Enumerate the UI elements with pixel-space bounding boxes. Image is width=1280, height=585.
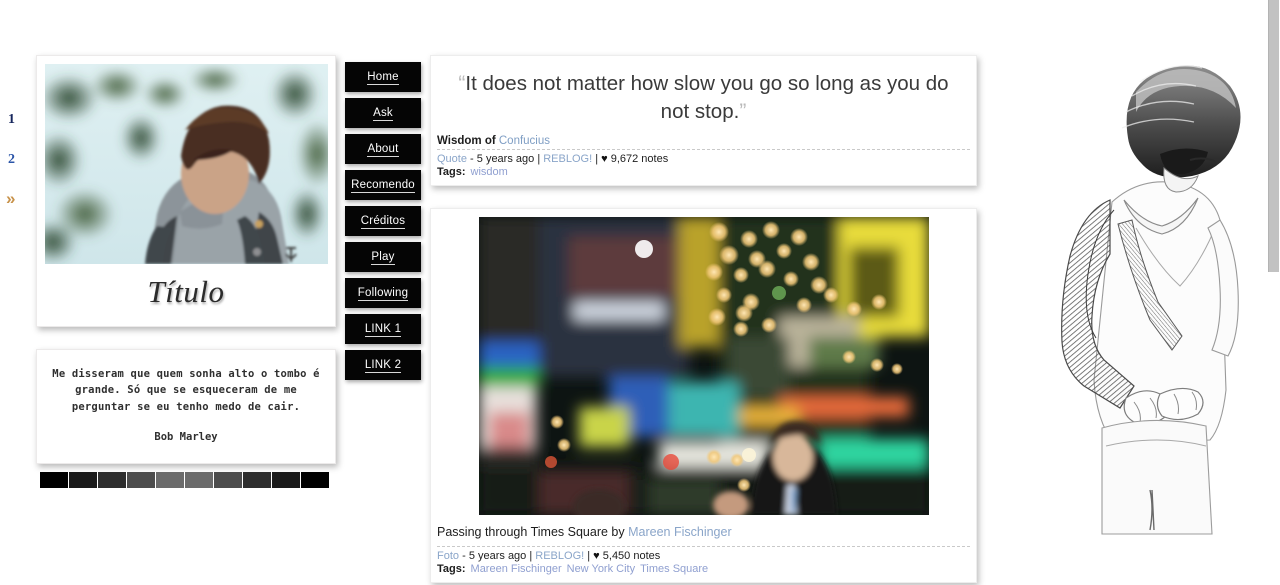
photo-post: Passing through Times Square by Mareen F… <box>430 208 977 584</box>
page-link-2[interactable]: 2 <box>8 152 15 168</box>
nav-recomendo-label: Recomendo <box>351 179 415 193</box>
heart-icon: ♥ <box>601 153 608 166</box>
pencil-sketch-person <box>1040 42 1255 537</box>
nav-play[interactable]: Play <box>345 242 421 272</box>
quote-dash: - <box>470 153 474 166</box>
color-swatch-3[interactable] <box>98 471 126 488</box>
nav-creditos[interactable]: Créditos <box>345 206 421 236</box>
color-swatch-6[interactable] <box>185 471 213 488</box>
quote-reblog-link[interactable]: REBLOG! <box>543 153 592 165</box>
color-swatch-7[interactable] <box>214 471 242 488</box>
quote-post-body: “It does not matter how slow you go so l… <box>431 56 976 131</box>
quote-pipe-2: | <box>595 153 599 166</box>
nav-link-2[interactable]: LINK 2 <box>345 350 421 380</box>
nav-link-1-label: LINK 1 <box>364 323 402 337</box>
color-swatch-10[interactable] <box>301 471 329 488</box>
nav-creditos-label: Créditos <box>360 215 406 229</box>
sidebar-quote-card: Me disseram que quem sonha alto o tombo … <box>36 349 336 464</box>
quote-source-prefix: Wisdom of <box>437 135 496 148</box>
quote-tags-label: Tags: <box>437 166 466 179</box>
left-sidebar: Título Me disseram que quem sonha alto o… <box>36 55 336 488</box>
page-link-1[interactable]: 1 <box>8 112 15 128</box>
photo-caption-text: Passing through Times Square by <box>437 525 625 540</box>
double-chevron-right-icon[interactable]: » <box>6 190 16 207</box>
nav-play-label: Play <box>371 251 395 265</box>
photo-post-image-wrap[interactable] <box>431 209 976 519</box>
color-swatch-9[interactable] <box>272 471 300 488</box>
main-navigation: Home Ask About Recomendo Créditos Play Followi… <box>345 62 421 386</box>
photo-tag-2[interactable]: New York City <box>567 563 635 575</box>
post-feed: “It does not matter how slow you go so l… <box>430 55 977 585</box>
photo-meta-divider <box>437 546 970 548</box>
photo-tag-list: Mareen Fischinger New York City Times Squa… <box>466 563 709 575</box>
photo-tag-3[interactable]: Times Square <box>640 563 708 575</box>
nav-recomendo[interactable]: Recomendo <box>345 170 421 200</box>
photo-tags: Tags: Mareen Fischinger New York City Times… <box>437 563 970 575</box>
header-photo <box>45 64 328 264</box>
quote-close-mark: ” <box>739 99 747 123</box>
header-card: Título <box>36 55 336 327</box>
photo-type-link[interactable]: Foto <box>437 550 459 562</box>
quote-type-link[interactable]: Quote <box>437 153 467 165</box>
color-swatch-5[interactable] <box>156 471 184 488</box>
photo-tag-1[interactable]: Mareen Fischinger <box>471 563 562 575</box>
photo-age: 5 years ago <box>468 550 527 563</box>
quote-post: “It does not matter how slow you go so l… <box>430 55 977 187</box>
scrollbar-thumb[interactable] <box>1268 0 1279 272</box>
quote-source-link[interactable]: Confucius <box>499 135 550 147</box>
nav-about[interactable]: About <box>345 134 421 164</box>
photo-caption: Passing through Times Square by Mareen F… <box>431 519 976 542</box>
color-swatch-8[interactable] <box>243 471 271 488</box>
nav-home-label: Home <box>367 71 399 85</box>
color-swatch-1[interactable] <box>40 471 68 488</box>
quote-post-meta: Wisdom of Confucius Quote - 5 years ago … <box>431 131 976 185</box>
quote-tags: Tags: wisdom <box>437 166 970 178</box>
quote-pipe-1: | <box>537 153 541 166</box>
color-swatch-4[interactable] <box>127 471 155 488</box>
color-swatch-2[interactable] <box>69 471 97 488</box>
blog-title-wrap: Título <box>45 264 327 326</box>
page-scrollbar[interactable] <box>1267 0 1280 585</box>
quote-age: 5 years ago <box>476 153 535 166</box>
photo-post-meta: Foto - 5 years ago | REBLOG! | ♥ 5,450 n… <box>431 542 976 582</box>
sidebar-quote-text: Me disseram que quem sonha alto o tombo … <box>52 368 320 413</box>
page-title: Título <box>147 274 225 309</box>
quote-tag-1[interactable]: wisdom <box>471 166 508 178</box>
photo-dash: - <box>462 550 466 563</box>
nav-ask-label: Ask <box>373 107 393 121</box>
sidebar-quote-author: Bob Marley <box>154 430 218 443</box>
nav-about-label: About <box>367 143 399 157</box>
quote-meta-line: Quote - 5 years ago | REBLOG! | ♥ 9,672 … <box>437 153 970 165</box>
photo-tags-label: Tags: <box>437 563 466 576</box>
photo-pipe-1: | <box>529 550 533 563</box>
heart-icon: ♥ <box>593 550 600 563</box>
nav-following[interactable]: Following <box>345 278 421 308</box>
nav-link-1[interactable]: LINK 1 <box>345 314 421 344</box>
quote-source: Wisdom of Confucius <box>437 135 970 151</box>
color-swatch-strip <box>40 471 336 488</box>
quote-tag-list: wisdom <box>466 166 508 178</box>
nav-ask[interactable]: Ask <box>345 98 421 128</box>
photo-pipe-2: | <box>587 550 591 563</box>
nav-link-2-label: LINK 2 <box>364 359 402 373</box>
nav-home[interactable]: Home <box>345 62 421 92</box>
photo-meta-line: Foto - 5 years ago | REBLOG! | ♥ 5,450 n… <box>437 550 970 562</box>
photo-reblog-link[interactable]: REBLOG! <box>535 550 584 562</box>
nav-following-label: Following <box>357 287 409 301</box>
photo-notes: 5,450 notes <box>602 550 661 563</box>
page-root: 1 2 » Título Me disseram que quem sonha … <box>0 0 1280 585</box>
pagination-rail: 1 2 » <box>0 0 28 585</box>
quote-post-text: It does not matter how slow you go so lo… <box>465 72 949 123</box>
photo-post-image[interactable] <box>478 217 929 516</box>
quote-notes: 9,672 notes <box>610 153 669 166</box>
photo-caption-link[interactable]: Mareen Fischinger <box>628 525 732 539</box>
